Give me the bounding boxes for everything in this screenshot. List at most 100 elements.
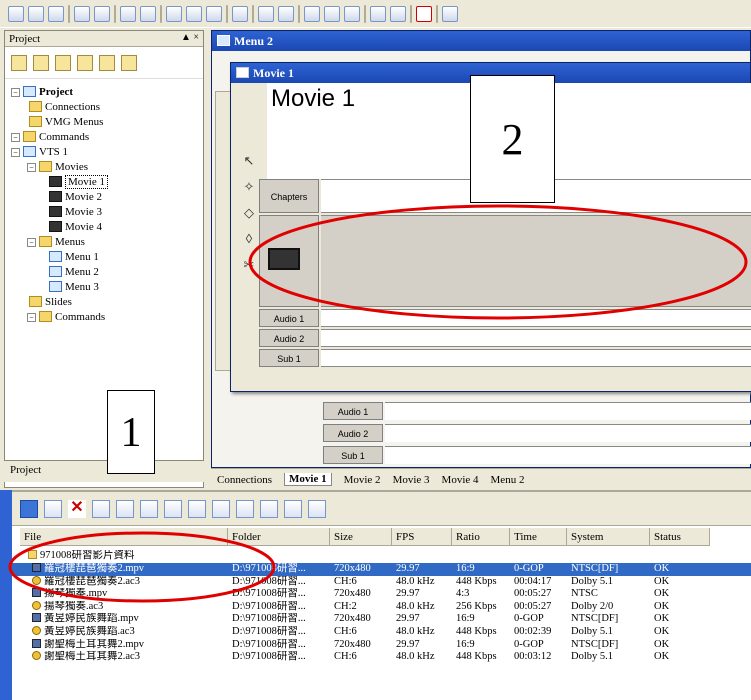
tree-item-menu-1[interactable]: Menu 1 bbox=[49, 250, 99, 265]
undo-icon[interactable] bbox=[120, 5, 136, 22]
track-sub-1[interactable]: Sub 1 bbox=[323, 446, 383, 464]
audio2-lane[interactable] bbox=[321, 329, 751, 347]
open-folder-icon[interactable] bbox=[44, 499, 62, 518]
tab-connections[interactable]: Connections bbox=[217, 474, 272, 486]
delete-icon[interactable]: ✕ bbox=[68, 499, 86, 518]
zoom-out-icon[interactable] bbox=[390, 5, 406, 22]
asset-view-icon[interactable] bbox=[20, 499, 38, 518]
column-header-file[interactable]: File bbox=[20, 528, 228, 546]
track-audio-1[interactable]: Audio 1 bbox=[323, 402, 383, 420]
menu2-titlebar[interactable]: Menu 2 bbox=[212, 31, 750, 51]
help-icon[interactable] bbox=[442, 5, 458, 22]
column-header-time[interactable]: Time bbox=[510, 528, 567, 546]
tree-expander-icon[interactable]: − bbox=[27, 238, 36, 247]
track-sub-1[interactable]: Sub 1 bbox=[259, 349, 319, 367]
simulate-icon[interactable] bbox=[206, 5, 222, 22]
connections-icon[interactable] bbox=[166, 5, 182, 22]
audio-import-icon[interactable] bbox=[140, 499, 158, 518]
redo-icon[interactable] bbox=[140, 5, 156, 22]
tree-expander-icon[interactable]: − bbox=[11, 133, 20, 142]
tab-menu-2[interactable]: Menu 2 bbox=[491, 474, 525, 486]
table-row[interactable]: 謝聖梅土耳其舞2.ac3 D:\971008研習... CH:6 48.0 kHz 44… bbox=[12, 651, 751, 664]
audio1-lane[interactable] bbox=[321, 309, 751, 327]
add-slides-icon[interactable] bbox=[77, 54, 93, 71]
tree-item-movie-4[interactable]: Movie 4 bbox=[49, 220, 102, 235]
tree-item-commands[interactable]: − Commands bbox=[11, 130, 89, 145]
table-row[interactable]: 羅冠樓琵琶獨奏2.ac3 D:\971008研習... CH:6 48.0 kHz 44… bbox=[12, 575, 751, 589]
tab-movie-4[interactable]: Movie 4 bbox=[442, 474, 479, 486]
table-row[interactable]: 揚琴獨奏.ac3 D:\971008研習... CH:2 48.0 kHz 256 Kb… bbox=[12, 600, 751, 614]
import-icon[interactable] bbox=[116, 499, 134, 518]
tree-item-movie-2[interactable]: Movie 2 bbox=[49, 190, 102, 205]
table-row[interactable]: 羅冠樓琵琶獨奏2.mpv D:\971008研習... 720x480 29.97 16… bbox=[12, 563, 751, 576]
track-audio-1[interactable]: Audio 1 bbox=[259, 309, 319, 327]
arrow-tool-icon[interactable]: ↖ bbox=[239, 153, 259, 179]
tree-item-connections[interactable]: Connections bbox=[29, 100, 100, 115]
dts-icon[interactable] bbox=[324, 5, 340, 22]
tab-movie-1[interactable]: Movie 1 bbox=[284, 473, 332, 486]
column-header-fps[interactable]: FPS bbox=[392, 528, 452, 546]
tree-item-vmg-menus[interactable]: VMG Menus bbox=[29, 115, 103, 130]
new-icon[interactable] bbox=[8, 5, 24, 22]
add-menu-icon[interactable] bbox=[33, 54, 49, 71]
diamond-icon[interactable]: ◇ bbox=[239, 205, 259, 231]
track-audio-2[interactable]: Audio 2 bbox=[323, 424, 383, 442]
subtitle-icon[interactable] bbox=[188, 499, 206, 518]
track-lane[interactable] bbox=[385, 446, 751, 464]
properties-icon[interactable] bbox=[308, 499, 326, 518]
disc-icon[interactable] bbox=[186, 5, 202, 22]
column-header-folder[interactable]: Folder bbox=[228, 528, 330, 546]
add-movie-icon[interactable] bbox=[55, 54, 71, 71]
column-header-status[interactable]: Status bbox=[650, 528, 710, 546]
monitor-icon[interactable] bbox=[344, 5, 360, 22]
transcode-icon[interactable] bbox=[260, 499, 278, 518]
tree-item-commands[interactable]: − Commands bbox=[27, 310, 105, 325]
tree-item-project[interactable]: − Project bbox=[11, 85, 73, 100]
tree-item-movie-1[interactable]: Movie 1 bbox=[49, 175, 108, 190]
table-row[interactable]: 揚琴獨奏.mpv D:\971008研習... 720x480 29.97 4:3 00:… bbox=[12, 588, 751, 601]
save-icon[interactable] bbox=[48, 5, 64, 22]
list-view-icon[interactable] bbox=[92, 499, 110, 518]
tree-expander-icon[interactable]: − bbox=[11, 88, 20, 97]
add-chapter-icon[interactable]: ✧ bbox=[239, 179, 259, 205]
tree-item-menu-3[interactable]: Menu 3 bbox=[49, 280, 99, 295]
tree-item-vts-1[interactable]: − VTS 1 bbox=[11, 145, 68, 160]
sort-icon[interactable] bbox=[304, 5, 320, 22]
tree-item-menu-2[interactable]: Menu 2 bbox=[49, 265, 99, 280]
tree-item-movie-3[interactable]: Movie 3 bbox=[49, 205, 102, 220]
zoom-in-icon[interactable] bbox=[370, 5, 386, 22]
paste-icon[interactable] bbox=[94, 5, 110, 22]
preview-icon[interactable] bbox=[284, 499, 302, 518]
open-icon[interactable] bbox=[28, 5, 44, 22]
pro-ex-icon[interactable] bbox=[416, 5, 432, 22]
tree-expander-icon[interactable]: − bbox=[27, 163, 36, 172]
track-chapters[interactable]: Chapters bbox=[259, 179, 319, 213]
track-lane[interactable] bbox=[385, 402, 751, 420]
pointer-icon[interactable] bbox=[278, 5, 294, 22]
video-lane[interactable] bbox=[321, 215, 751, 307]
tree-expander-icon[interactable]: − bbox=[27, 313, 36, 322]
chart-icon[interactable] bbox=[236, 499, 254, 518]
copy-icon[interactable] bbox=[74, 5, 90, 22]
layout-icon[interactable] bbox=[258, 5, 274, 22]
tree-expander-icon[interactable]: − bbox=[11, 148, 20, 157]
column-header-size[interactable]: Size bbox=[330, 528, 392, 546]
add-folder-icon[interactable] bbox=[11, 54, 27, 71]
table-row[interactable]: 黃昱婷民族舞蹈.ac3 D:\971008研習... CH:6 48.0 kHz 448… bbox=[12, 626, 751, 639]
panel-close-icon[interactable]: ▲ × bbox=[181, 32, 199, 43]
table-row[interactable]: 黃昱婷民族舞蹈.mpv D:\971008研習... 720x480 29.97 16:… bbox=[12, 613, 751, 626]
column-header-system[interactable]: System bbox=[567, 528, 650, 546]
table-row[interactable]: 謝聖梅土耳其舞2.mpv D:\971008研習... 720x480 29.97 16… bbox=[12, 638, 751, 652]
tool-icon[interactable] bbox=[232, 5, 248, 22]
track-audio-2[interactable]: Audio 2 bbox=[259, 329, 319, 347]
eraser-icon[interactable]: ◊ bbox=[239, 231, 259, 257]
ac3-icon[interactable] bbox=[164, 499, 182, 518]
asset-group[interactable]: 971008研習影片資料 bbox=[12, 550, 751, 563]
tree-item-movies[interactable]: − Movies bbox=[27, 160, 88, 175]
add-commands-icon[interactable] bbox=[99, 54, 115, 71]
track-video[interactable] bbox=[259, 215, 319, 307]
encode-icon[interactable] bbox=[212, 499, 230, 518]
column-header-ratio[interactable]: Ratio bbox=[452, 528, 510, 546]
tab-movie-3[interactable]: Movie 3 bbox=[393, 474, 430, 486]
add-vts-icon[interactable] bbox=[121, 54, 137, 71]
